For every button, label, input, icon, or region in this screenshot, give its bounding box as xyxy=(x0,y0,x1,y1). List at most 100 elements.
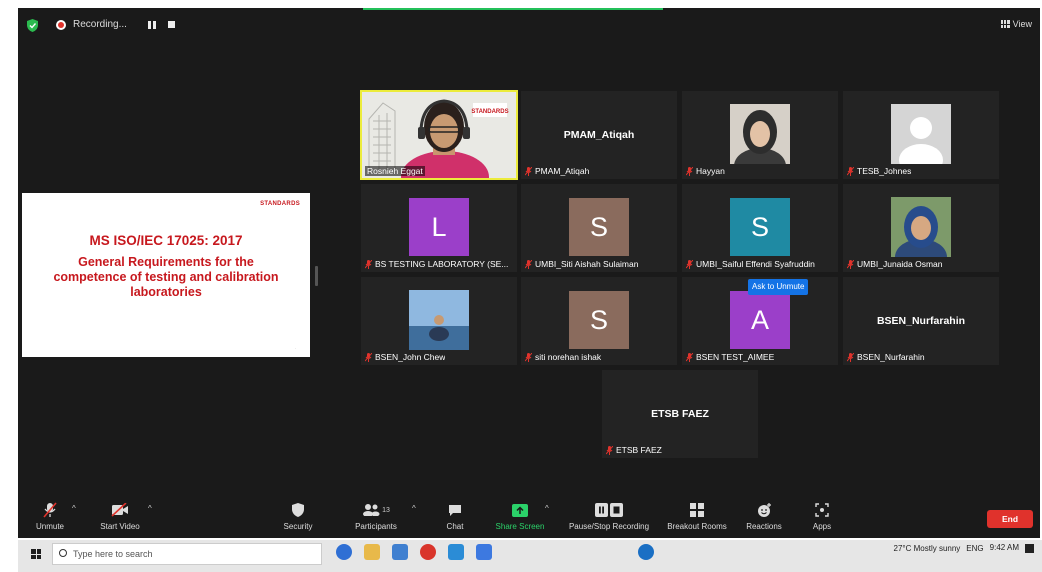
video-tile[interactable]: BSEN_John Chew xyxy=(361,277,517,365)
security-button[interactable]: Security xyxy=(280,500,316,531)
slide-title: MS ISO/IEC 17025: 2017 xyxy=(89,233,243,248)
muted-mic-icon xyxy=(43,502,57,518)
muted-mic-icon xyxy=(847,352,854,362)
participant-display-name: PMAM_Atiqah xyxy=(563,129,635,141)
svg-text:STANDARDS: STANDARDS xyxy=(471,109,508,115)
participants-icon xyxy=(363,504,380,516)
pause-stop-icon xyxy=(595,503,623,517)
video-tile[interactable]: S UMBI_Siti Aishah Sulaiman xyxy=(521,184,677,272)
default-avatar-icon xyxy=(891,104,951,164)
participant-name: Rosnieh Eggat xyxy=(365,166,425,176)
edge-app-icon[interactable] xyxy=(336,544,352,560)
chrome-app-icon[interactable] xyxy=(420,544,436,560)
participant-name: BSEN_John Chew xyxy=(365,352,445,362)
video-tile[interactable]: BSEN_Nurfarahin BSEN_Nurfarahin xyxy=(843,277,999,365)
participant-name: UMBI_Siti Aishah Sulaiman xyxy=(525,259,638,269)
profile-photo xyxy=(409,290,469,350)
pause-recording-icon[interactable] xyxy=(148,21,156,29)
participant-name: TESB_Johnes xyxy=(847,166,911,176)
shared-screen-slide: STANDARDS MS ISO/IEC 17025: 2017 General… xyxy=(22,193,310,357)
zoom-meeting-window: Recording... View STANDARDS MS ISO/IEC 1… xyxy=(18,8,1040,538)
split-view-divider[interactable] xyxy=(315,266,318,286)
weather-label[interactable]: 27°C Mostly sunny xyxy=(894,544,961,553)
taskbar-search-input[interactable]: Type here to search xyxy=(52,543,322,565)
apps-icon xyxy=(815,503,829,517)
reactions-icon xyxy=(757,502,771,517)
muted-mic-icon xyxy=(365,352,372,362)
chat-icon xyxy=(449,504,461,516)
video-options-chevron-icon[interactable]: ^ xyxy=(148,504,152,513)
recording-label: Recording... xyxy=(73,19,127,30)
muted-mic-icon xyxy=(606,445,613,455)
audio-options-chevron-icon[interactable]: ^ xyxy=(72,504,76,513)
reactions-button[interactable]: Reactions xyxy=(740,500,788,531)
language-indicator[interactable]: ENG xyxy=(966,544,983,553)
top-bar: Recording... View xyxy=(18,16,1040,36)
view-button[interactable]: View xyxy=(1000,19,1032,29)
muted-mic-icon xyxy=(525,352,532,362)
chat-button[interactable]: Chat xyxy=(440,500,470,531)
video-tile[interactable]: S UMBI_Saiful Effendi Syafruddin xyxy=(682,184,838,272)
stop-recording-icon[interactable] xyxy=(168,21,175,28)
muted-mic-icon xyxy=(686,166,693,176)
participant-name: BSEN_Nurfarahin xyxy=(847,352,925,362)
video-tile[interactable]: STANDARDS Rosnieh Eggat xyxy=(360,90,518,180)
participant-initial: L xyxy=(409,198,469,256)
profile-photo xyxy=(891,197,951,257)
windows-start-icon[interactable] xyxy=(31,549,41,559)
participants-options-chevron-icon[interactable]: ^ xyxy=(412,504,416,513)
system-tray: 27°C Mostly sunny ENG 9:42 AM xyxy=(894,543,1034,553)
breakout-rooms-icon xyxy=(690,503,704,517)
meeting-toolbar: Unmute ^ Start Video ^ Security 13 Parti… xyxy=(18,498,1040,538)
muted-mic-icon xyxy=(525,166,532,176)
slide-page-mark: · xyxy=(294,346,296,351)
apps-button[interactable]: Apps xyxy=(808,500,836,531)
share-screen-button[interactable]: Share Screen xyxy=(492,500,548,531)
video-tile[interactable]: UMBI_Junaida Osman xyxy=(843,184,999,272)
muted-mic-icon xyxy=(847,259,854,269)
unmute-button[interactable]: Unmute xyxy=(30,500,70,531)
breakout-rooms-button[interactable]: Breakout Rooms xyxy=(664,500,730,531)
clock[interactable]: 9:42 AM xyxy=(990,543,1019,553)
participant-initial: S xyxy=(569,291,629,349)
store-app-icon[interactable] xyxy=(392,544,408,560)
browser-app-icon[interactable] xyxy=(638,544,654,560)
participant-name: PMAM_Atiqah xyxy=(525,166,589,176)
zoom-app-icon[interactable] xyxy=(448,544,464,560)
word-app-icon[interactable] xyxy=(476,544,492,560)
video-tile[interactable]: L BS TESTING LABORATORY (SE... xyxy=(361,184,517,272)
participant-name: BSEN TEST_AIMEE xyxy=(686,352,774,362)
participant-name: ETSB FAEZ xyxy=(606,445,662,455)
video-tile[interactable]: S siti norehan ishak xyxy=(521,277,677,365)
share-options-chevron-icon[interactable]: ^ xyxy=(545,504,549,513)
standards-logo: STANDARDS xyxy=(260,201,300,207)
participant-name: UMBI_Saiful Effendi Syafruddin xyxy=(686,259,815,269)
video-tile[interactable]: PMAM_Atiqah PMAM_Atiqah xyxy=(521,91,677,179)
participant-name: Hayyan xyxy=(686,166,725,176)
participant-name: BS TESTING LABORATORY (SE... xyxy=(365,259,508,269)
muted-mic-icon xyxy=(365,259,372,269)
profile-photo xyxy=(730,104,790,164)
ask-to-unmute-button[interactable]: Ask to Unmute xyxy=(748,279,809,295)
participants-button[interactable]: 13 Participants xyxy=(350,500,402,531)
participant-display-name: BSEN_Nurfarahin xyxy=(876,315,966,327)
search-icon xyxy=(59,549,67,557)
muted-mic-icon xyxy=(525,259,532,269)
muted-mic-icon xyxy=(686,259,693,269)
start-video-button[interactable]: Start Video xyxy=(94,500,146,531)
muted-mic-icon xyxy=(686,352,693,362)
participant-initial: A xyxy=(730,291,790,349)
muted-mic-icon xyxy=(847,166,854,176)
participant-initial: S xyxy=(569,198,629,256)
video-tile[interactable]: Hayyan xyxy=(682,91,838,179)
notification-icon[interactable] xyxy=(1025,543,1034,553)
pause-stop-recording-button[interactable]: Pause/Stop Recording xyxy=(563,500,655,531)
video-tile[interactable]: ETSB FAEZ ETSB FAEZ xyxy=(602,370,758,458)
file-explorer-icon[interactable] xyxy=(364,544,380,560)
end-meeting-button[interactable]: End xyxy=(987,510,1033,528)
video-off-icon xyxy=(111,503,128,517)
windows-taskbar: Type here to search 27°C Mostly sunny EN… xyxy=(18,540,1042,572)
video-tile[interactable]: TESB_Johnes xyxy=(843,91,999,179)
participant-initial: S xyxy=(730,198,790,256)
shield-icon[interactable] xyxy=(27,19,38,32)
